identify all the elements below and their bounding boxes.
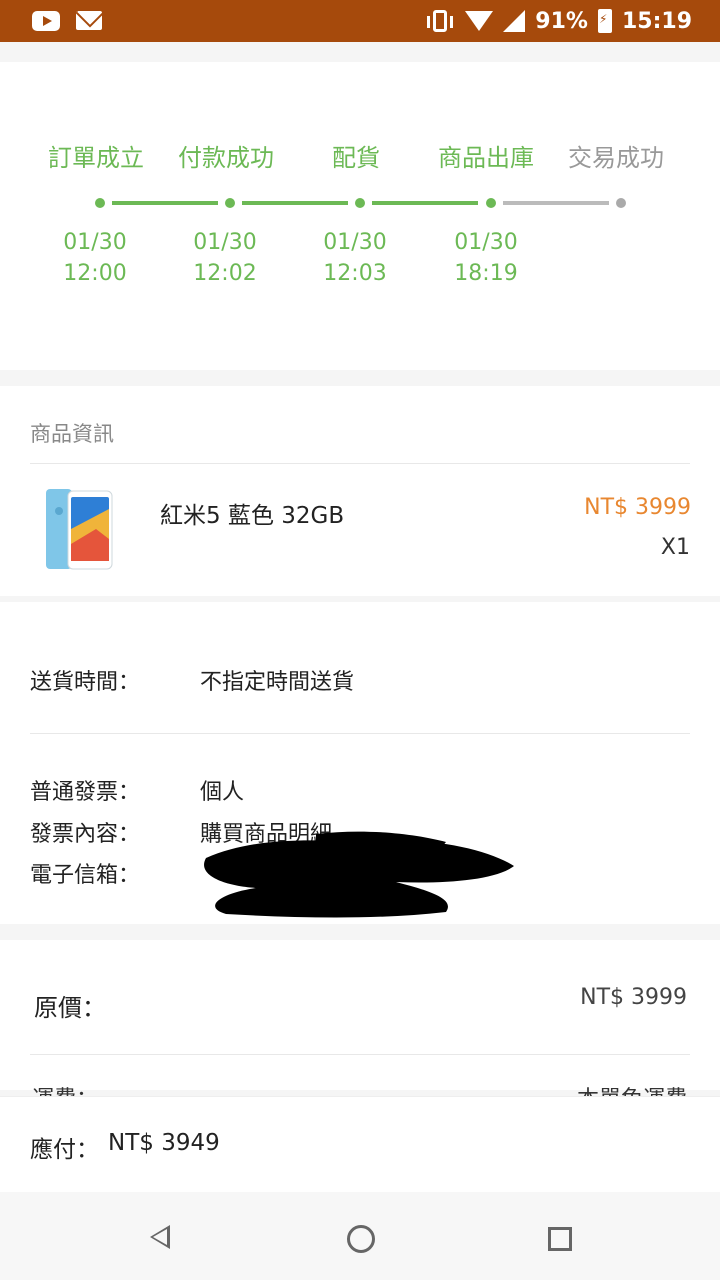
recent-apps-icon[interactable] — [548, 1227, 572, 1251]
step-dot-pending — [616, 198, 626, 208]
email-redaction — [204, 831, 514, 918]
step-timestamp: 01/30 12:02 — [193, 230, 257, 286]
section-title-product-info: 商品資訊 — [30, 422, 114, 446]
invoice-type-value: 個人 — [200, 780, 245, 805]
step-connector — [242, 201, 348, 205]
amount-due-label: 應付： — [30, 1137, 99, 1163]
vibrate-icon — [427, 10, 454, 32]
status-bar: 91% 15:19 — [0, 0, 720, 42]
cell-signal-icon — [503, 10, 526, 32]
amount-due-value: NT$ 3949 — [108, 1130, 220, 1156]
step-dot — [355, 198, 365, 208]
divider — [30, 733, 690, 734]
divider — [30, 1054, 690, 1055]
step-connector — [112, 201, 218, 205]
email-label: 電子信箱： — [30, 863, 141, 888]
step-connector-pending — [503, 201, 609, 205]
product-quantity: X1 — [660, 535, 690, 560]
order-progress-card — [0, 62, 720, 370]
step-label-picking: 配貨 — [332, 144, 380, 172]
step-dot — [95, 198, 105, 208]
step-timestamp: 01/30 18:19 — [454, 230, 518, 286]
original-price-label: 原價： — [34, 994, 106, 1022]
step-label-completed: 交易成功 — [568, 144, 664, 172]
product-thumbnail[interactable] — [46, 489, 114, 571]
step-connector — [372, 201, 478, 205]
delivery-time-value: 不指定時間送貨 — [200, 670, 355, 695]
step-dot — [486, 198, 496, 208]
step-dot — [225, 198, 235, 208]
product-name[interactable]: 紅米5 藍色 32GB — [160, 496, 344, 530]
step-timestamp: 01/30 12:03 — [323, 230, 387, 286]
clock: 15:19 — [621, 8, 692, 34]
youtube-notification-icon — [32, 11, 60, 31]
battery-charging-icon — [597, 9, 612, 33]
invoice-type-label: 普通發票： — [30, 780, 141, 805]
delivery-time-label: 送貨時間： — [30, 670, 141, 695]
step-label-order-created: 訂單成立 — [48, 144, 144, 172]
step-label-shipped: 商品出庫 — [438, 144, 534, 172]
invoice-content-label: 發票內容： — [30, 822, 141, 847]
back-icon[interactable] — [150, 1225, 170, 1249]
wifi-icon — [465, 11, 494, 31]
home-icon[interactable] — [347, 1225, 375, 1253]
status-icons: 91% 15:19 — [427, 6, 692, 36]
battery-percent: 91% — [535, 8, 588, 34]
mail-notification-icon — [76, 11, 102, 30]
price-summary-card — [0, 940, 720, 1090]
step-timestamp: 01/30 12:00 — [63, 230, 127, 286]
original-price-value: NT$ 3999 — [580, 985, 687, 1010]
product-price: NT$ 3999 — [584, 495, 691, 520]
step-label-payment-success: 付款成功 — [178, 144, 274, 172]
divider — [30, 463, 690, 464]
